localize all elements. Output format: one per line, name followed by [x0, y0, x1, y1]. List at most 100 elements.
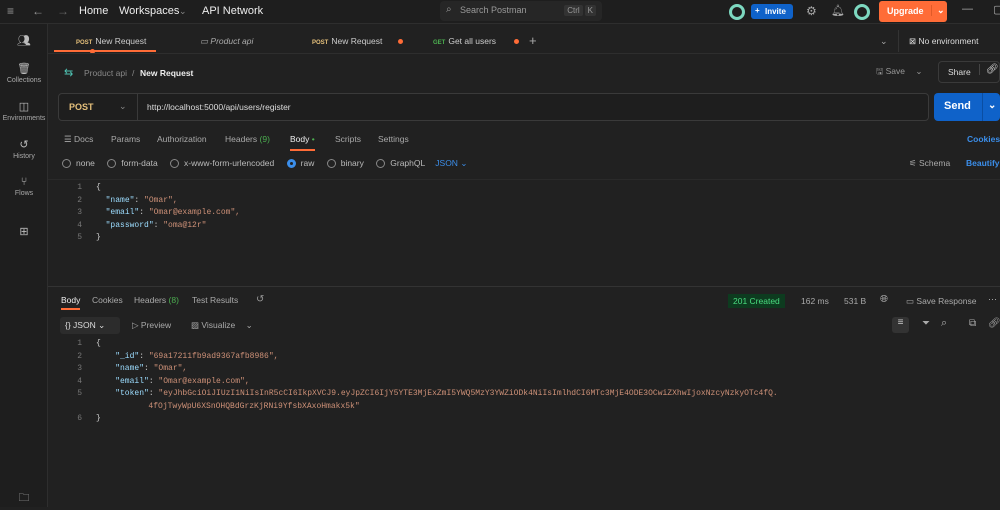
more-icon[interactable]: ⋯	[988, 294, 997, 305]
tab-label: Get all users	[448, 36, 496, 46]
response-tab-body[interactable]: Body	[61, 295, 80, 310]
json-key: "_id"	[115, 352, 139, 361]
chevron-down-icon[interactable]: ⌄	[982, 93, 996, 121]
response-format-select[interactable]: {} JSON ⌄	[60, 317, 120, 334]
tab-docs[interactable]: ☰ Docs	[64, 134, 93, 145]
line-number: 4	[62, 221, 82, 230]
new-tab-icon[interactable]: +	[529, 33, 537, 48]
cookies-link[interactable]: Cookies	[967, 134, 1000, 144]
tab-headers[interactable]: Headers (9)	[225, 134, 270, 144]
radio-urlencoded[interactable]: x-www-form-urlencoded	[170, 158, 274, 168]
tab-product-api[interactable]: ▭ Product api	[200, 30, 253, 52]
format-select[interactable]: JSON ⌄	[435, 158, 467, 168]
maximize-icon[interactable]: ▢	[993, 3, 1000, 16]
chevron-down-icon[interactable]: ⌄	[915, 66, 922, 76]
status-badge[interactable]: 201 Created	[728, 294, 785, 308]
globe-icon[interactable]: 🌐︎	[880, 294, 888, 305]
tab-authorization[interactable]: Authorization	[157, 134, 207, 144]
code-line: 2 "_id": "69a17211fb9ad9367afb8986",	[62, 352, 778, 365]
request-url-bar: POST ⌄ http://localhost:5000/api/users/r…	[58, 93, 929, 121]
tab-body[interactable]: Body •	[290, 134, 315, 151]
response-tab-test-results[interactable]: Test Results	[192, 295, 238, 305]
sidebar-item-environments[interactable]: ◫Environments	[0, 100, 48, 122]
search-input[interactable]: ⌕ Search Postman CtrlK	[440, 1, 602, 21]
json-key: "email"	[115, 377, 149, 386]
url-input[interactable]: http://localhost:5000/api/users/register	[147, 102, 291, 112]
schema-button[interactable]: ⚟ Schema	[909, 158, 950, 169]
minimize-icon[interactable]: —	[962, 3, 973, 15]
visualize-button[interactable]: ▨ Visualize ⌄	[191, 320, 253, 331]
workspace-icon[interactable]: 👥︎	[0, 34, 48, 49]
configure-icon[interactable]: ⊞	[0, 225, 48, 240]
radio-none[interactable]: none	[62, 158, 95, 168]
response-tab-headers[interactable]: Headers (8)	[134, 295, 179, 305]
chevron-down-icon[interactable]: ⌄	[931, 5, 945, 16]
preview-button[interactable]: ▷ Preview	[132, 320, 171, 331]
radio-graphql[interactable]: GraphQL	[376, 158, 425, 168]
search-icon[interactable]: ⌕	[941, 317, 947, 330]
chevron-down-icon[interactable]: ⌄	[119, 101, 127, 112]
tab-new-request[interactable]: POSTNew Request	[54, 30, 156, 52]
bell-icon[interactable]: 🔔︎	[831, 4, 845, 17]
home-link[interactable]: Home	[79, 5, 108, 17]
collections-icon: 🗑︎	[0, 62, 48, 75]
upgrade-button[interactable]: Upgrade⌄	[879, 1, 947, 22]
send-button[interactable]: Send⌄	[934, 93, 1000, 121]
response-time[interactable]: 162 ms	[801, 296, 829, 306]
menu-icon[interactable]: ≡	[7, 4, 14, 18]
workspaces-menu[interactable]: Workspaces	[119, 5, 179, 17]
tab-params[interactable]: Params	[111, 134, 140, 144]
forward-icon[interactable]: →	[57, 4, 69, 18]
breadcrumb-current[interactable]: New Request	[140, 68, 193, 78]
tabs-dropdown-icon[interactable]: ⌄	[880, 36, 888, 47]
tab-settings[interactable]: Settings	[378, 134, 409, 144]
unsaved-dot	[398, 39, 403, 44]
pane-divider[interactable]	[48, 286, 1000, 287]
json-value: "oma@12r"	[163, 221, 206, 230]
history-icon[interactable]: ↺	[256, 294, 264, 305]
back-icon[interactable]: ←	[32, 4, 44, 18]
sidebar-item-history[interactable]: ↺History	[0, 138, 48, 160]
method-badge: POST	[76, 40, 92, 46]
copy-icon[interactable]: ⧉	[969, 318, 976, 329]
breadcrumb-parent[interactable]: Product api	[84, 68, 127, 78]
response-size[interactable]: 531 B	[844, 296, 866, 306]
radio-binary[interactable]: binary	[327, 158, 364, 168]
link-icon[interactable]: 🔗︎	[979, 64, 999, 75]
sidebar-item-collections[interactable]: 🗑︎Collections	[0, 62, 48, 84]
response-tab-cookies[interactable]: Cookies	[92, 295, 123, 305]
tab-label: New Request	[95, 36, 146, 46]
brace: {	[96, 339, 101, 348]
line-number: 2	[62, 352, 82, 361]
tab-label: Body	[290, 134, 309, 144]
code-line: 6}	[62, 414, 778, 427]
tab-get-all-users[interactable]: GETGet all users	[433, 30, 519, 52]
tab-new-request-2[interactable]: POSTNew Request	[312, 30, 403, 52]
json-value: "eyJhbGciOiJIUzI1NiIsInR5cCI6IkpXVCJ9.ey…	[158, 389, 777, 398]
response-body-viewer[interactable]: 1{2 "_id": "69a17211fb9ad9367afb8986",3 …	[62, 339, 778, 427]
environment-selector[interactable]: ⊠ No environment	[898, 30, 1000, 52]
link-icon[interactable]: 🔗︎	[988, 318, 1000, 329]
api-network-link[interactable]: API Network	[202, 5, 263, 17]
team-avatar[interactable]	[729, 4, 745, 20]
active-dot: •	[312, 134, 315, 144]
gear-icon[interactable]: ⚙	[806, 4, 817, 18]
radio-form-data[interactable]: form-data	[107, 158, 157, 168]
save-button[interactable]: 🖫︎ Save ⌄	[876, 66, 922, 80]
beautify-button[interactable]: Beautify	[966, 158, 1000, 168]
invite-button[interactable]: +Invite	[751, 4, 793, 19]
method-select[interactable]: POST	[69, 102, 94, 112]
radio-raw[interactable]: raw	[287, 158, 315, 168]
line-number: 3	[62, 364, 82, 373]
filter-icon[interactable]: ⏷	[922, 318, 930, 329]
save-icon: 🖫︎	[876, 66, 886, 76]
wrap-lines-icon[interactable]: ≡	[892, 317, 909, 333]
code-line: 4 "password": "oma@12r"	[62, 221, 240, 234]
tab-scripts[interactable]: Scripts	[335, 134, 361, 144]
save-response-button[interactable]: ▭ Save Response	[906, 296, 976, 307]
share-button[interactable]: Share🔗︎	[938, 61, 1000, 83]
request-body-editor[interactable]: 1{2 "name": "Omar",3 "email": "Omar@exam…	[62, 183, 240, 246]
user-avatar[interactable]	[854, 4, 870, 20]
shortcut-k: K	[585, 5, 596, 16]
sidebar-item-flows[interactable]: ⑂Flows	[0, 176, 48, 197]
